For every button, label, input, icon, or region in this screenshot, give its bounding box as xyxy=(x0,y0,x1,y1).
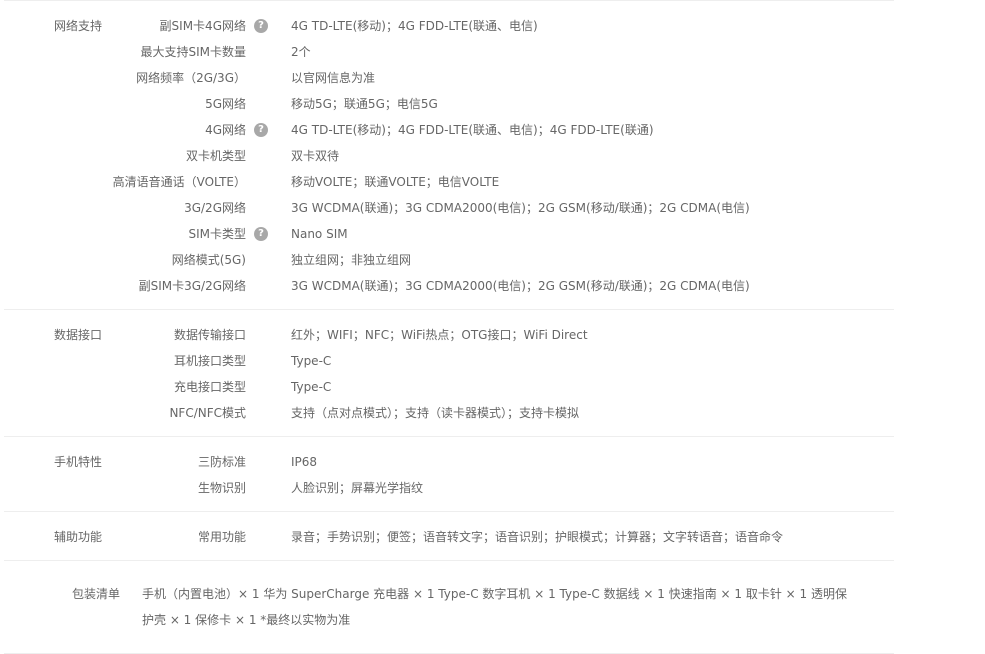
package-list: 包装清单 手机（内置电池）× 1 华为 SuperCharge 充电器 × 1 … xyxy=(4,560,894,654)
spec-row: 三防标准 IP68 xyxy=(4,449,894,475)
spec-value: Nano SIM xyxy=(291,227,348,241)
spec-row: 常用功能 录音；手势识别；便签；语音转文字；语音识别；护眼模式；计算器；文字转语… xyxy=(4,524,894,550)
spec-label: 最大支持SIM卡数量 xyxy=(140,45,246,59)
spec-table: 网络支持 副SIM卡4G网络 ? 4G TD-LTE(移动)；4G FDD-LT… xyxy=(4,0,894,654)
help-icon[interactable]: ? xyxy=(254,123,268,137)
spec-label: 网络模式(5G) xyxy=(171,253,246,267)
help-icon[interactable]: ? xyxy=(254,227,268,241)
spec-row: 耳机接口类型 Type-C xyxy=(4,348,894,374)
spec-value: 移动5G；联通5G；电信5G xyxy=(291,97,438,111)
spec-label: 三防标准 xyxy=(197,455,246,469)
spec-row: 4G网络 ? 4G TD-LTE(移动)；4G FDD-LTE(联通、电信)；4… xyxy=(4,117,894,143)
spec-label: 副SIM卡3G/2G网络 xyxy=(138,279,246,293)
spec-value: Type-C xyxy=(291,354,332,368)
spec-row: 网络模式(5G) 独立组网；非独立组网 xyxy=(4,247,894,273)
spec-value: 双卡双待 xyxy=(291,149,340,163)
spec-value: 以官网信息为准 xyxy=(291,71,376,85)
spec-row: SIM卡类型 ? Nano SIM xyxy=(4,221,894,247)
package-content: 手机（内置电池）× 1 华为 SuperCharge 充电器 × 1 Type-… xyxy=(142,587,848,627)
spec-value: 支持（点对点模式）；支持（读卡器模式）；支持卡模拟 xyxy=(291,406,580,420)
spec-label: 充电接口类型 xyxy=(173,380,246,394)
spec-label: 双卡机类型 xyxy=(185,149,246,163)
spec-row: 5G网络 移动5G；联通5G；电信5G xyxy=(4,91,894,117)
spec-label: NFC/NFC模式 xyxy=(169,406,246,420)
spec-value: 3G WCDMA(联通)；3G CDMA2000(电信)；2G GSM(移动/联… xyxy=(291,279,750,293)
spec-row: NFC/NFC模式 支持（点对点模式）；支持（读卡器模式）；支持卡模拟 xyxy=(4,400,894,426)
spec-value: 3G WCDMA(联通)；3G CDMA2000(电信)；2G GSM(移动/联… xyxy=(291,201,750,215)
spec-label: 4G网络 xyxy=(205,123,246,137)
spec-row: 副SIM卡4G网络 ? 4G TD-LTE(移动)；4G FDD-LTE(联通、… xyxy=(4,13,894,39)
spec-label: 耳机接口类型 xyxy=(173,354,246,368)
spec-label: 数据传输接口 xyxy=(173,328,246,342)
spec-label: 高清语音通话（VOLTE） xyxy=(112,175,246,189)
spec-row: 副SIM卡3G/2G网络 3G WCDMA(联通)；3G CDMA2000(电信… xyxy=(4,273,894,299)
spec-value: 2个 xyxy=(291,45,311,59)
spec-row: 生物识别 人脸识别；屏幕光学指纹 xyxy=(4,475,894,501)
spec-row: 数据传输接口 红外；WIFI；NFC；WiFi热点；OTG接口；WiFi Dir… xyxy=(4,322,894,348)
spec-row: 网络频率（2G/3G） 以官网信息为准 xyxy=(4,65,894,91)
spec-value: 4G TD-LTE(移动)；4G FDD-LTE(联通、电信) xyxy=(291,19,538,33)
spec-row: 双卡机类型 双卡双待 xyxy=(4,143,894,169)
spec-value: 4G TD-LTE(移动)；4G FDD-LTE(联通、电信)；4G FDD-L… xyxy=(291,123,654,137)
spec-value: 移动VOLTE；联通VOLTE；电信VOLTE xyxy=(291,175,500,189)
spec-label: 5G网络 xyxy=(205,97,246,111)
spec-label: SIM卡类型 xyxy=(188,227,246,241)
help-icon[interactable]: ? xyxy=(254,19,268,33)
spec-value: 红外；WIFI；NFC；WiFi热点；OTG接口；WiFi Direct xyxy=(291,328,588,342)
spec-group-accessibility: 辅助功能 常用功能 录音；手势识别；便签；语音转文字；语音识别；护眼模式；计算器… xyxy=(4,511,894,560)
spec-label: 副SIM卡4G网络 xyxy=(159,19,246,33)
spec-label: 生物识别 xyxy=(197,481,246,495)
spec-value: IP68 xyxy=(291,455,318,469)
spec-label: 常用功能 xyxy=(197,530,246,544)
spec-row: 最大支持SIM卡数量 2个 xyxy=(4,39,894,65)
spec-value: 人脸识别；屏幕光学指纹 xyxy=(291,481,424,495)
spec-label: 网络频率（2G/3G） xyxy=(136,71,246,85)
spec-label: 3G/2G网络 xyxy=(184,201,246,215)
spec-row: 充电接口类型 Type-C xyxy=(4,374,894,400)
spec-value: 录音；手势识别；便签；语音转文字；语音识别；护眼模式；计算器；文字转语音；语音命… xyxy=(291,530,784,544)
spec-group-network: 网络支持 副SIM卡4G网络 ? 4G TD-LTE(移动)；4G FDD-LT… xyxy=(4,0,894,309)
spec-value: Type-C xyxy=(291,380,332,394)
spec-row: 3G/2G网络 3G WCDMA(联通)；3G CDMA2000(电信)；2G … xyxy=(4,195,894,221)
spec-value: 独立组网；非独立组网 xyxy=(291,253,412,267)
package-title: 包装清单 xyxy=(72,587,121,601)
spec-row: 高清语音通话（VOLTE） 移动VOLTE；联通VOLTE；电信VOLTE xyxy=(4,169,894,195)
spec-group-data-interface: 数据接口 数据传输接口 红外；WIFI；NFC；WiFi热点；OTG接口；WiF… xyxy=(4,309,894,436)
spec-group-phone-features: 手机特性 三防标准 IP68 生物识别 人脸识别；屏幕光学指纹 xyxy=(4,436,894,511)
